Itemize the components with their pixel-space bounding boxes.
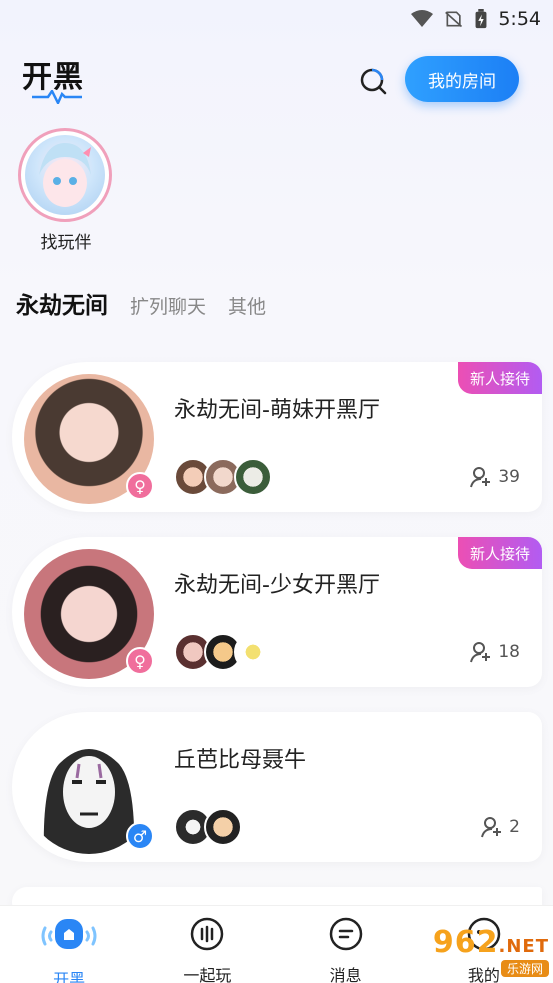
room-title: 丘芭比母聂牛 bbox=[174, 748, 307, 773]
male-icon: ♂ bbox=[126, 822, 154, 850]
room-card[interactable]: ♀ 永劫无间-少女开黑厅 新人接待 18 bbox=[12, 537, 542, 687]
tab-label: 开黑 bbox=[53, 970, 86, 983]
my-room-button[interactable]: 我的房间 bbox=[405, 56, 519, 102]
member-avatar bbox=[234, 633, 272, 671]
people-icon bbox=[470, 642, 491, 663]
search-icon[interactable] bbox=[358, 66, 388, 96]
status-bar: 5:54 bbox=[0, 0, 553, 38]
tab-label: 消息 bbox=[329, 966, 362, 983]
site-watermark: 962.NET 乐游网 bbox=[414, 925, 549, 979]
member-avatar bbox=[234, 458, 272, 496]
new-user-badge: 新人接待 bbox=[457, 537, 542, 569]
room-title: 永劫无间-萌妹开黑厅 bbox=[174, 398, 380, 423]
new-user-badge: 新人接待 bbox=[457, 362, 542, 394]
tab-home[interactable]: 开黑 bbox=[24, 906, 114, 983]
female-icon: ♀ bbox=[126, 647, 154, 675]
member-count-value: 2 bbox=[509, 817, 520, 837]
member-count: 18 bbox=[470, 641, 520, 663]
people-icon bbox=[470, 467, 491, 488]
tab-yongjie[interactable]: 永劫无间 bbox=[16, 286, 108, 320]
home-icon bbox=[41, 919, 97, 949]
tab-label: 一起玩 bbox=[183, 966, 232, 983]
app-logo: 开黑 bbox=[22, 52, 92, 112]
room-card[interactable]: ♀ 永劫无间-萌妹开黑厅 新人接待 39 bbox=[12, 362, 542, 512]
message-icon bbox=[329, 917, 362, 951]
tab-kuolie[interactable]: 扩列聊天 bbox=[130, 292, 206, 319]
member-avatars bbox=[174, 458, 272, 496]
member-count-value: 39 bbox=[498, 467, 520, 487]
find-partner[interactable]: 找玩伴 bbox=[18, 128, 114, 253]
room-title: 永劫无间-少女开黑厅 bbox=[174, 573, 380, 598]
category-tabs: 永劫无间 扩列聊天 其他 bbox=[16, 286, 266, 320]
member-count-value: 18 bbox=[498, 642, 520, 662]
member-count: 2 bbox=[481, 816, 520, 838]
anime-girl-image bbox=[39, 143, 91, 207]
header: 开黑 我的房间 bbox=[0, 52, 553, 112]
watermark-logo: 962.NET bbox=[433, 925, 549, 960]
watermark-number: 962 bbox=[432, 925, 499, 960]
find-partner-avatar[interactable] bbox=[18, 128, 112, 222]
member-avatars bbox=[174, 633, 272, 671]
female-icon: ♀ bbox=[126, 472, 154, 500]
no-sim-icon bbox=[445, 11, 463, 28]
room-card[interactable]: ♂ 丘芭比母聂牛 2 bbox=[12, 712, 542, 862]
wave-icon bbox=[32, 90, 82, 104]
member-avatar bbox=[204, 808, 242, 846]
tab-play-together[interactable]: 一起玩 bbox=[162, 906, 252, 983]
status-time: 5:54 bbox=[498, 8, 541, 30]
people-icon bbox=[481, 817, 502, 838]
play-icon bbox=[191, 917, 224, 951]
member-avatars bbox=[174, 808, 242, 846]
find-partner-label: 找玩伴 bbox=[40, 233, 92, 253]
wifi-icon bbox=[411, 10, 434, 27]
member-count: 39 bbox=[470, 466, 520, 488]
battery-charging-icon bbox=[475, 9, 487, 29]
tab-other[interactable]: 其他 bbox=[228, 292, 266, 319]
watermark-suffix: .NET bbox=[498, 936, 549, 957]
watermark-subtext: 乐游网 bbox=[500, 960, 549, 977]
tab-messages[interactable]: 消息 bbox=[301, 906, 391, 983]
